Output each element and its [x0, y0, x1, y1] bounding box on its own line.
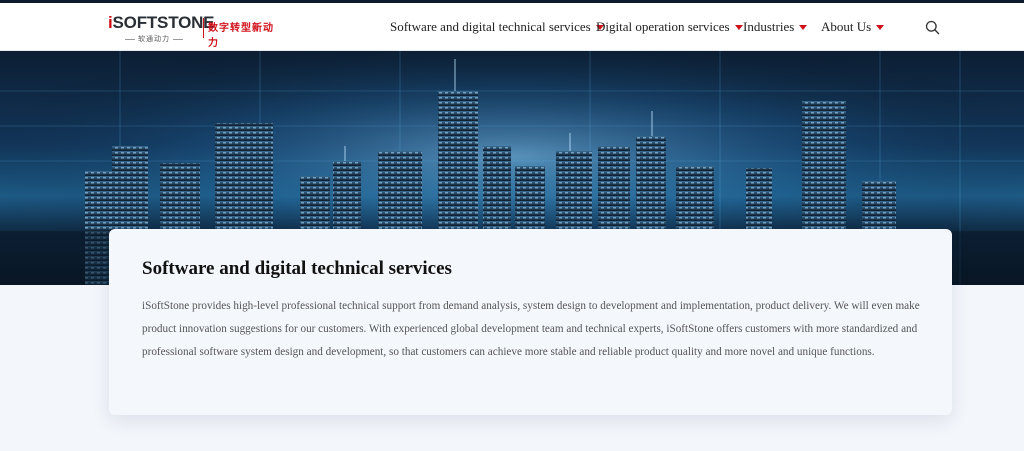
logo-divider	[203, 18, 204, 38]
logo-wordmark: iSOFTSTONE	[108, 13, 215, 32]
nav-item-software-services[interactable]: Software and digital technical services	[390, 19, 604, 35]
search-icon[interactable]	[925, 20, 940, 35]
section-title: Software and digital technical services	[142, 258, 452, 279]
logo-chinese-name: 软通动力	[122, 34, 186, 44]
logo-slogan: 数字转型新动力	[208, 23, 274, 49]
caret-down-icon	[799, 24, 808, 30]
section-description: iSoftStone provides high-level professio…	[142, 300, 920, 358]
site-header: iSOFTSTONE 软通动力 数字转型新动力 Software and dig…	[0, 3, 1024, 51]
caret-down-icon	[876, 24, 885, 30]
nav-item-industries[interactable]: Industries	[743, 19, 808, 35]
caret-down-icon	[734, 24, 743, 30]
logo[interactable]: iSOFTSTONE 软通动力 数字转型新动力	[108, 10, 278, 49]
nav-item-about-us[interactable]: About Us	[821, 19, 885, 35]
nav-item-digital-operation[interactable]: Digital operation services	[596, 19, 743, 35]
service-intro-card: Software and digital technical services …	[109, 229, 952, 415]
